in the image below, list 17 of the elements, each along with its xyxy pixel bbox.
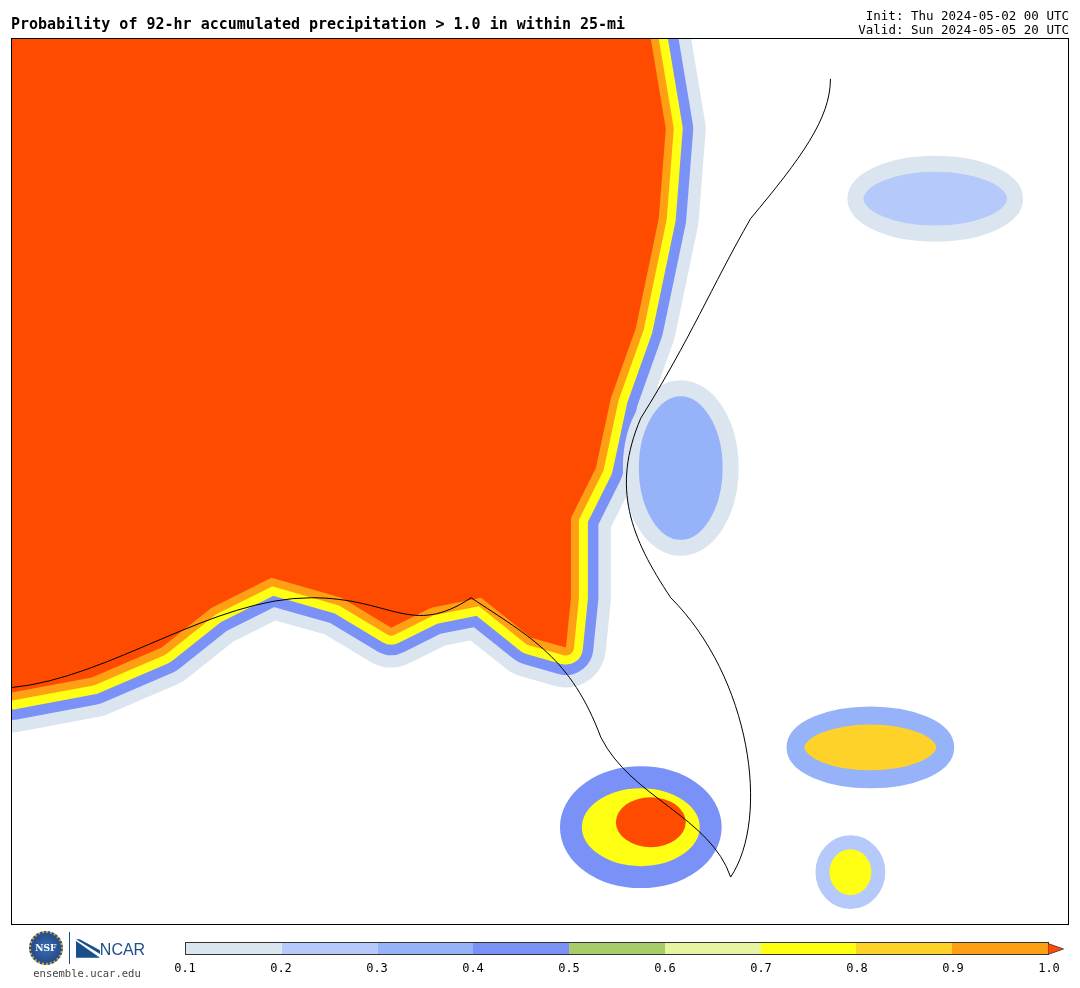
tick-label: 0.5 — [557, 961, 581, 975]
tick-label: 0.9 — [941, 961, 965, 975]
triangle-logo-icon — [75, 938, 100, 958]
tick-label: 0.4 — [461, 961, 485, 975]
nsf-logo: NSF — [28, 931, 63, 965]
tick-label: 1.0 — [1037, 961, 1061, 975]
tick-label: 0.3 — [365, 961, 389, 975]
tick-label: 0.7 — [749, 961, 773, 975]
chart-title: Probability of 92-hr accumulated precipitation > 1.0 in within 25-mi — [11, 15, 626, 35]
ncar-logo-text: NCAR — [99, 940, 146, 958]
website-url: ensemble.ucar.edu — [33, 967, 141, 979]
valid-time: Valid: Sun 2024-05-05 20 UTC — [858, 23, 1069, 37]
tick-label: 0.6 — [653, 961, 677, 975]
tick-label: 0.2 — [269, 961, 293, 975]
init-time: Init: Thu 2024-05-02 00 UTC — [864, 9, 1069, 23]
tick-label: 0.8 — [845, 961, 869, 975]
tick-label: 0.1 — [173, 961, 197, 975]
